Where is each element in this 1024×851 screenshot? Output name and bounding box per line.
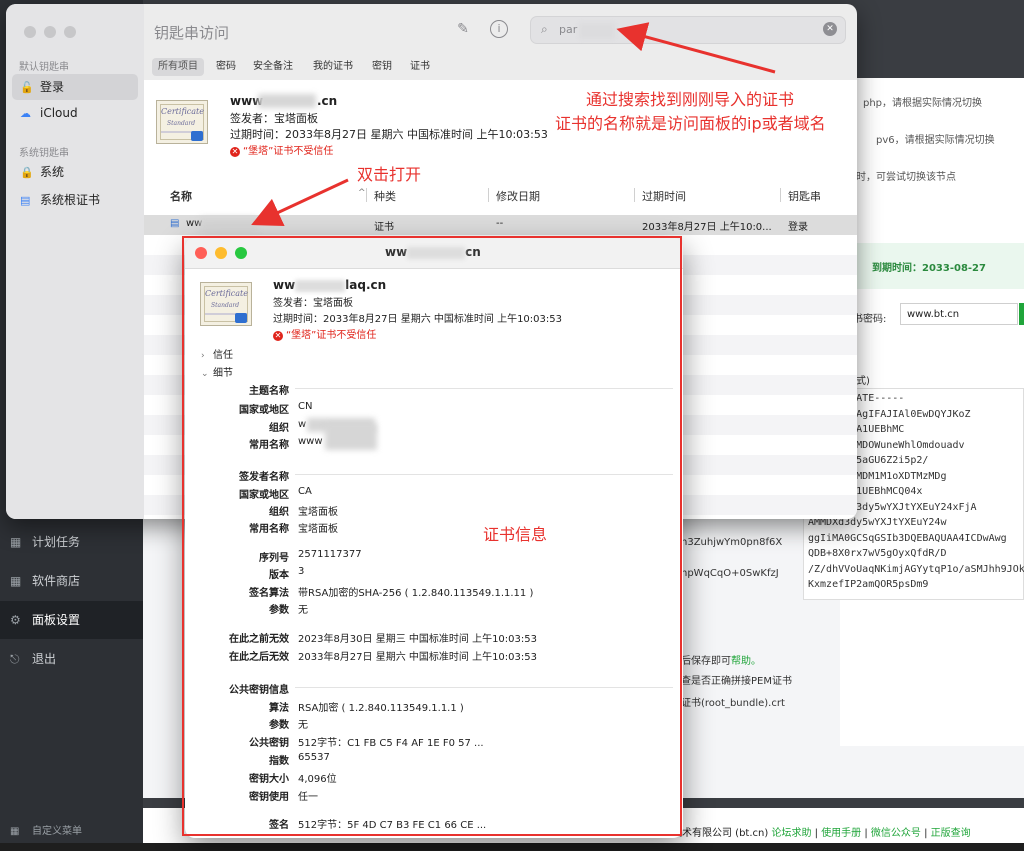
arrow-to-row xyxy=(251,178,349,227)
arrow-to-search xyxy=(616,22,776,74)
annotation-arrows xyxy=(251,22,776,227)
